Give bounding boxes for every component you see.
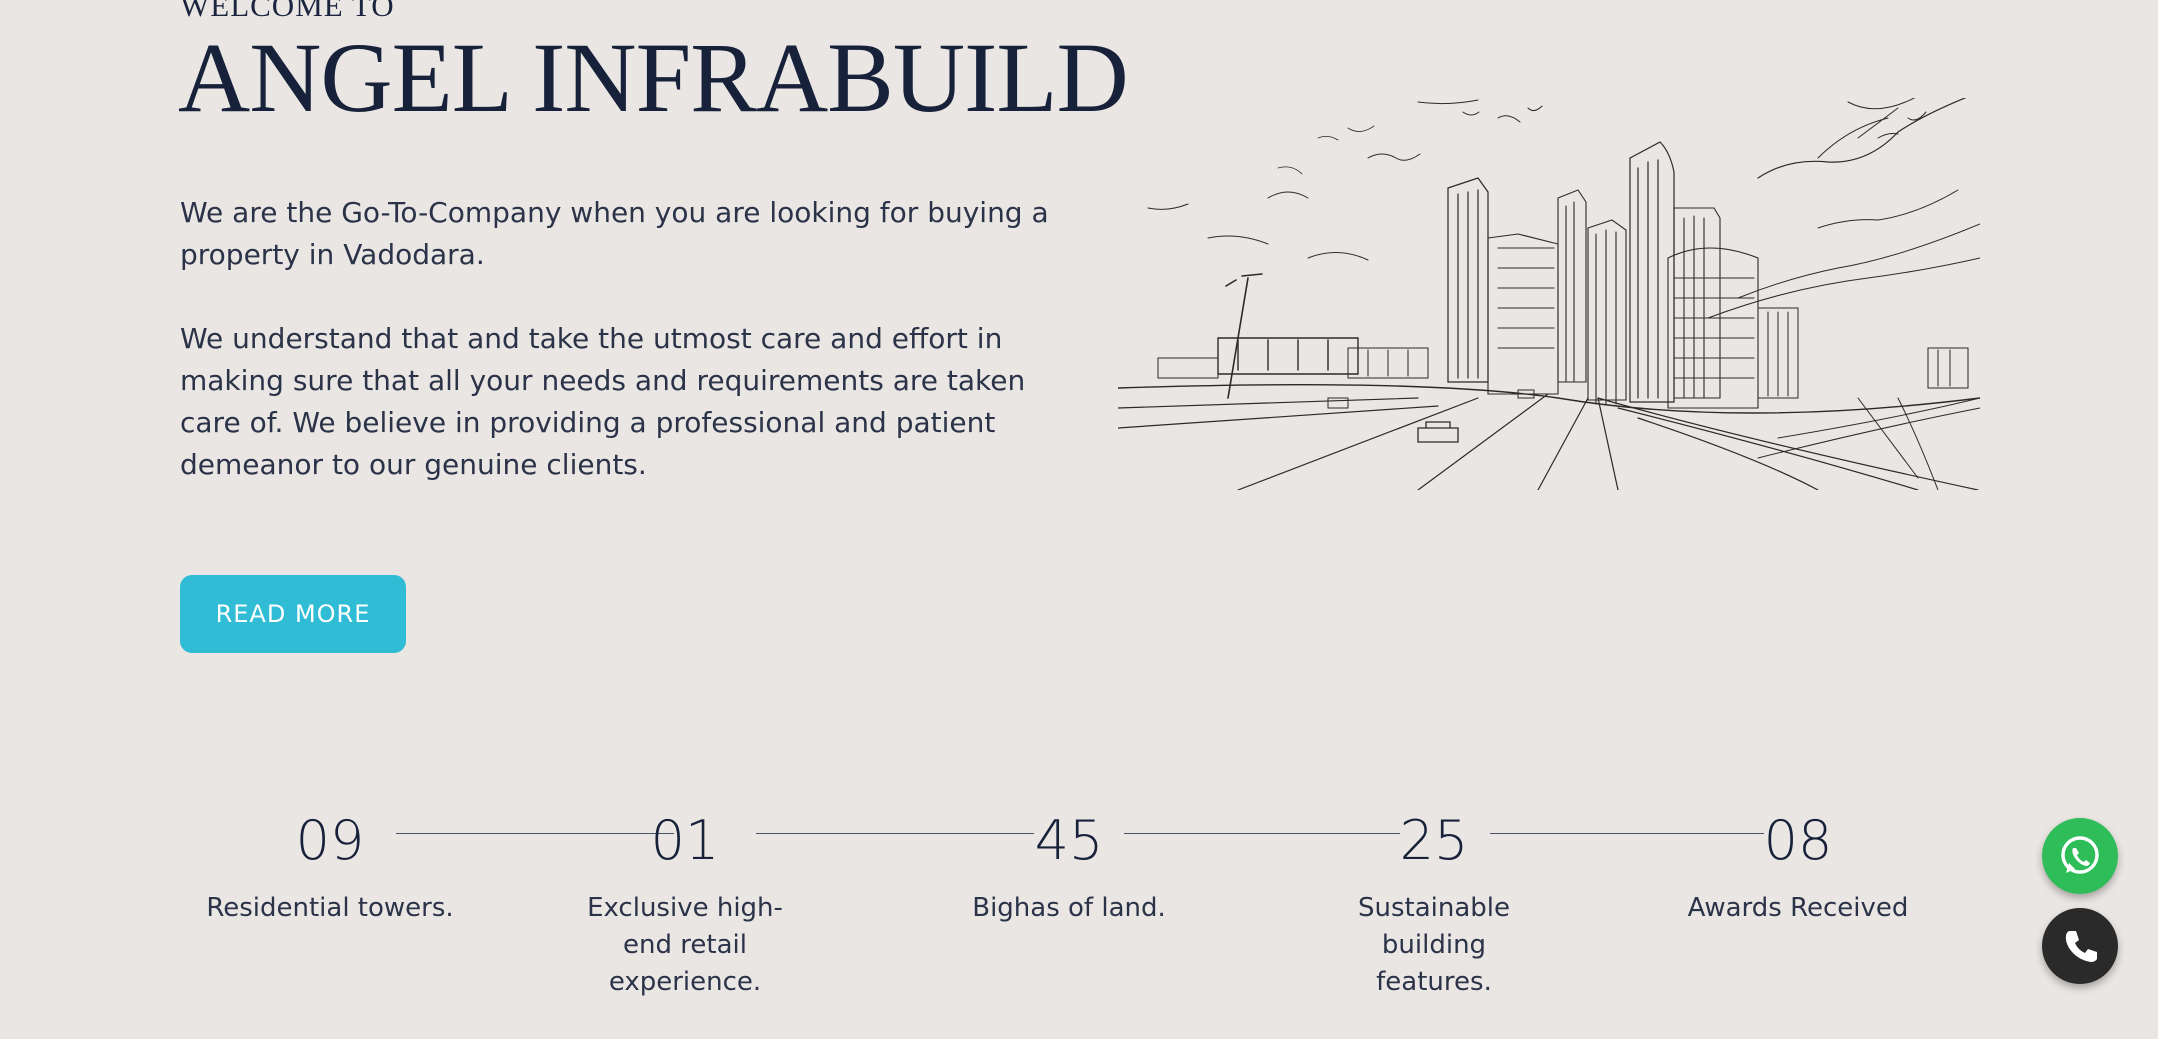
stats-section: 09 Residential towers. 01 Exclusive high…	[180, 800, 1980, 1000]
stat-awards-received: 08 Awards Received	[1648, 800, 1948, 927]
stat-value: 09	[295, 809, 365, 872]
whatsapp-icon	[2061, 836, 2099, 874]
phone-icon	[2065, 931, 2097, 962]
stat-bighas-of-land: 45 Bighas of land.	[919, 800, 1219, 927]
stat-label: Residential towers.	[206, 893, 454, 923]
intro-paragraph-1: We are the Go-To-Company when you are lo…	[180, 196, 1049, 271]
stat-value: 01	[650, 809, 720, 872]
stat-label: Awards Received	[1687, 893, 1909, 923]
city-skyline-illustration	[1118, 98, 1980, 490]
page-title: ANGEL INFRABUILD	[178, 22, 1129, 133]
stat-value: 08	[1763, 809, 1833, 872]
stat-label: Bighas of land.	[972, 893, 1166, 923]
intro-paragraph-2: We understand that and take the utmost c…	[180, 322, 1026, 481]
welcome-label: WELCOME TO	[180, 0, 395, 23]
stat-retail-experience: 01 Exclusive high-end retail experience.	[535, 800, 835, 1001]
stat-residential-towers: 09 Residential towers.	[170, 800, 490, 927]
call-button[interactable]	[2042, 908, 2118, 984]
stat-value: 45	[1034, 809, 1104, 872]
stat-value: 25	[1399, 809, 1469, 872]
whatsapp-button[interactable]	[2042, 818, 2118, 894]
stat-label: Sustainable building features.	[1357, 893, 1510, 997]
stat-sustainable-features: 25 Sustainable building features.	[1284, 800, 1584, 1001]
read-more-button[interactable]: READ MORE	[180, 575, 406, 653]
stat-label: Exclusive high-end retail experience.	[587, 893, 783, 997]
